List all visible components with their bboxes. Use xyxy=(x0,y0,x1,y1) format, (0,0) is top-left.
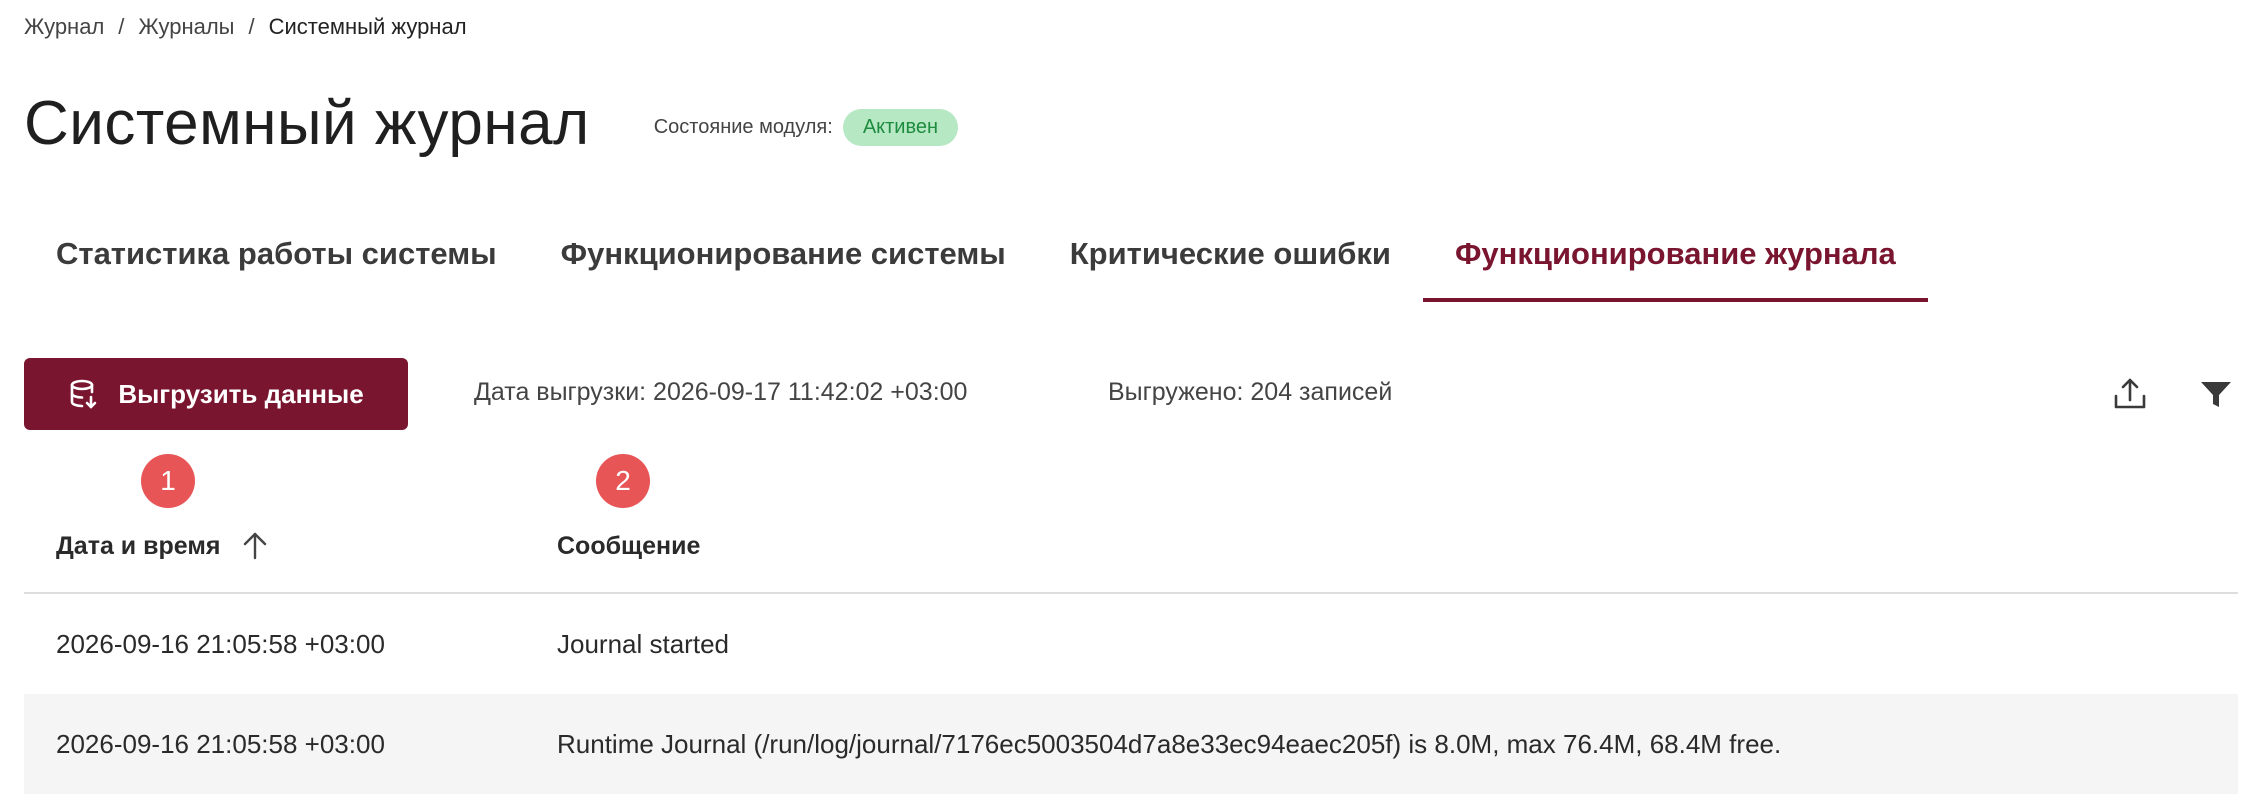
export-data-label: Выгрузить данные xyxy=(118,378,364,409)
tab-journal-operation[interactable]: Функционирование журнала xyxy=(1422,226,1928,302)
filter-icon[interactable] xyxy=(2194,372,2238,416)
tab-system-operation[interactable]: Функционирование системы xyxy=(529,226,1038,302)
page-title: Системный журнал xyxy=(24,89,590,158)
column-header-datetime-label: Дата и время xyxy=(56,531,221,560)
table-header: Дата и время Сообщение xyxy=(24,500,2238,594)
journal-table: Дата и время Сообщение 2026-09-16 21:05:… xyxy=(24,500,2238,794)
database-export-icon xyxy=(68,378,100,410)
module-state: Состояние модуля: Активен xyxy=(653,109,959,146)
title-row: Системный журнал Состояние модуля: Актив… xyxy=(24,88,959,159)
tab-system-statistics[interactable]: Статистика работы системы xyxy=(24,226,529,302)
breadcrumb: Журнал / Журналы / Системный журнал xyxy=(24,14,467,40)
breadcrumb-journal[interactable]: Журнал xyxy=(24,14,104,40)
tabs: Статистика работы системы Функционирован… xyxy=(24,226,1928,302)
status-badge: Активен xyxy=(842,109,959,146)
export-date-text: Дата выгрузки: 2026-09-17 11:42:02 +03:0… xyxy=(474,378,968,406)
breadcrumb-journals[interactable]: Журналы xyxy=(138,14,234,40)
column-header-message[interactable]: Сообщение xyxy=(557,532,700,561)
cell-message: Runtime Journal (/run/log/journal/7176ec… xyxy=(557,729,1782,759)
cell-datetime: 2026-09-16 21:05:58 +03:00 xyxy=(56,629,385,659)
tab-critical-errors[interactable]: Критические ошибки xyxy=(1038,226,1423,302)
sort-ascending-icon[interactable] xyxy=(238,529,272,563)
table-row[interactable]: 2026-09-16 21:05:58 +03:00 Runtime Journ… xyxy=(24,694,2238,794)
breadcrumb-separator: / xyxy=(118,14,125,39)
breadcrumb-current: Системный журнал xyxy=(268,14,467,39)
cell-message: Journal started xyxy=(557,629,729,659)
export-data-button[interactable]: Выгрузить данные xyxy=(24,358,408,430)
upload-icon[interactable] xyxy=(2108,372,2152,416)
exported-count-text: Выгружено: 204 записей xyxy=(1108,378,1393,406)
column-header-datetime[interactable]: Дата и время xyxy=(56,529,272,563)
cell-datetime: 2026-09-16 21:05:58 +03:00 xyxy=(56,729,385,759)
module-state-label: Состояние модуля: xyxy=(653,116,833,138)
toolbar: Выгрузить данные Дата выгрузки: 2026-09-… xyxy=(24,358,2244,430)
breadcrumb-separator: / xyxy=(248,14,255,39)
table-row[interactable]: 2026-09-16 21:05:58 +03:00 Journal start… xyxy=(24,594,2238,694)
